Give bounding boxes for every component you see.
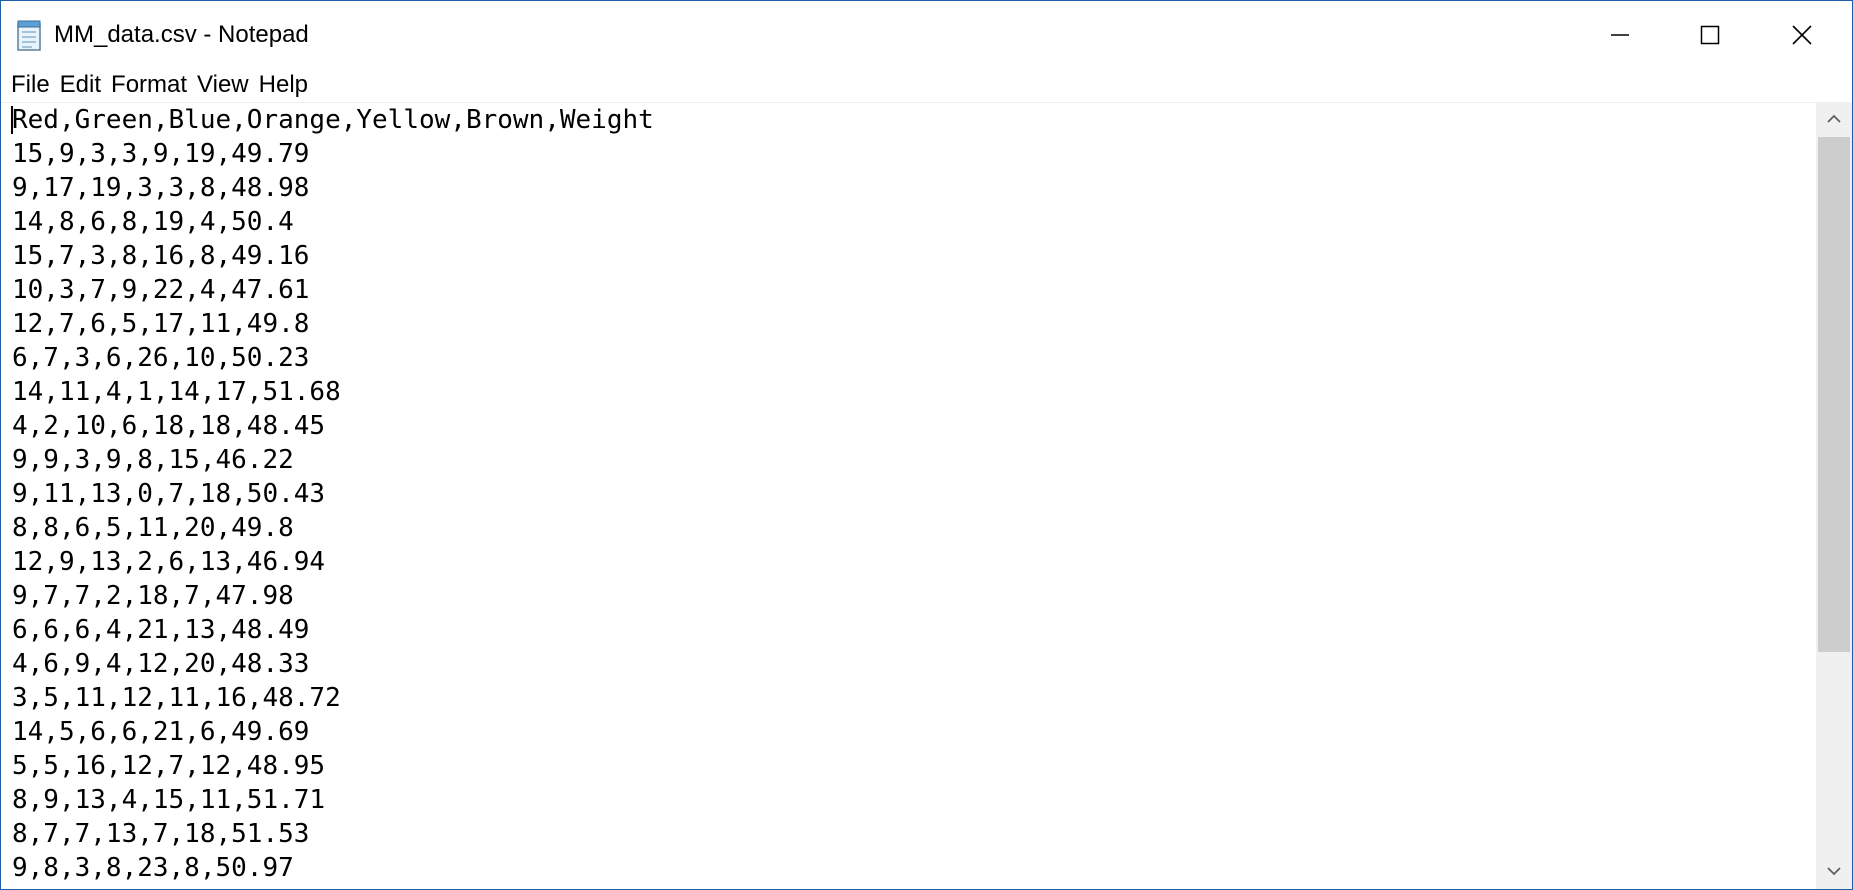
notepad-window: MM_data.csv - Notepad File Edit Format V…	[0, 0, 1853, 890]
text-line: 14,5,6,6,21,6,49.69	[12, 717, 310, 747]
maximize-icon	[1700, 25, 1720, 45]
text-line: 8,7,7,13,7,18,51.53	[12, 819, 310, 849]
minimize-icon	[1610, 25, 1630, 45]
scroll-up-arrow-icon	[1826, 111, 1842, 129]
menu-bar: File Edit Format View Help	[1, 68, 1852, 103]
title-bar[interactable]: MM_data.csv - Notepad	[1, 1, 1852, 68]
vertical-scrollbar[interactable]	[1816, 103, 1852, 889]
text-line: 6,7,3,6,26,10,50.23	[12, 343, 310, 373]
text-line: 9,8,3,8,23,8,50.97	[12, 853, 294, 883]
notepad-icon	[15, 19, 43, 51]
text-line: 5,5,16,12,7,12,48.95	[12, 751, 326, 781]
text-line: 6,6,6,4,21,13,48.49	[12, 615, 310, 645]
text-line: 3,5,11,12,11,16,48.72	[12, 683, 341, 713]
scroll-down-arrow-icon	[1826, 863, 1842, 881]
text-line: 12,9,13,2,6,13,46.94	[12, 547, 326, 577]
text-line: 9,17,19,3,3,8,48.98	[12, 173, 310, 203]
scroll-up-button[interactable]	[1816, 103, 1852, 137]
text-line: 9,7,7,2,18,7,47.98	[12, 581, 294, 611]
text-line: 15,9,3,3,9,19,49.79	[12, 139, 310, 169]
text-line: 4,2,10,6,18,18,48.45	[12, 411, 326, 441]
minimize-button[interactable]	[1575, 1, 1665, 68]
text-line: 12,7,6,5,17,11,49.8	[12, 309, 310, 339]
text-line: 14,11,4,1,14,17,51.68	[12, 377, 341, 407]
maximize-button[interactable]	[1665, 1, 1755, 68]
text-line: 10,3,7,9,22,4,47.61	[12, 275, 310, 305]
text-line: 9,11,13,0,7,18,50.43	[12, 479, 326, 509]
text-line: Red,Green,Blue,Orange,Yellow,Brown,Weigh…	[12, 105, 654, 135]
menu-file[interactable]: File	[1, 70, 55, 100]
window-title: MM_data.csv - Notepad	[54, 21, 309, 48]
text-line: 4,6,9,4,12,20,48.33	[12, 649, 310, 679]
scroll-thumb[interactable]	[1818, 137, 1850, 652]
text-line: 8,9,13,4,15,11,51.71	[12, 785, 326, 815]
menu-format[interactable]: Format	[106, 70, 192, 100]
close-icon	[1791, 24, 1813, 46]
close-button[interactable]	[1757, 1, 1847, 68]
menu-view[interactable]: View	[192, 70, 254, 100]
text-line: 8,8,6,5,11,20,49.8	[12, 513, 294, 543]
text-editor-area[interactable]: Red,Green,Blue,Orange,Yellow,Brown,Weigh…	[1, 103, 1816, 889]
text-line: 15,7,3,8,16,8,49.16	[12, 241, 310, 271]
text-line: 9,9,3,9,8,15,46.22	[12, 445, 294, 475]
menu-edit[interactable]: Edit	[55, 70, 106, 100]
text-line: 14,8,6,8,19,4,50.4	[12, 207, 294, 237]
scroll-down-button[interactable]	[1816, 855, 1852, 889]
menu-help[interactable]: Help	[254, 70, 313, 100]
